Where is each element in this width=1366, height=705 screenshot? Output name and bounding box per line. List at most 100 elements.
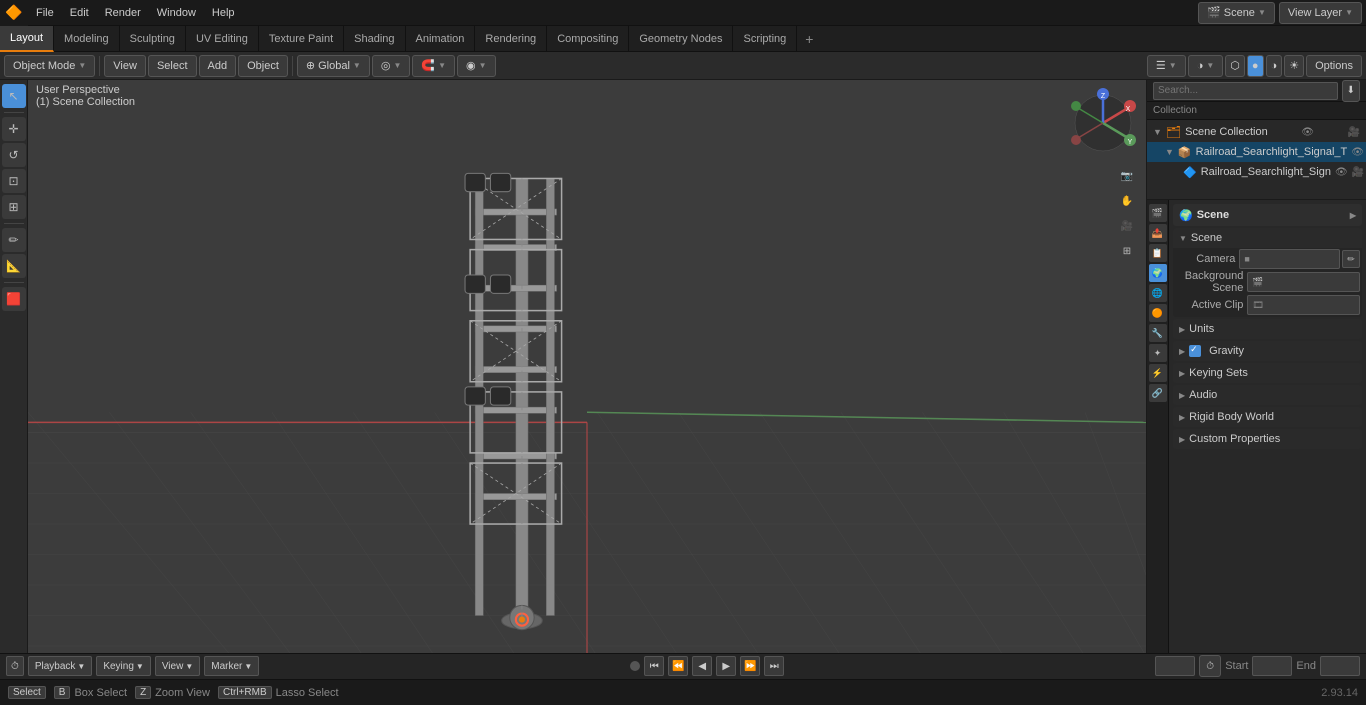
keying-menu[interactable]: Keying ▼ [96,656,151,676]
tab-texture-paint[interactable]: Texture Paint [259,26,344,52]
tab-layout[interactable]: Layout [0,26,54,52]
custom-props-header[interactable]: ▶ Custom Properties [1173,429,1362,449]
shading-solid[interactable]: ● [1247,55,1264,77]
snapping-toggle[interactable]: 🧲 ▼ [412,55,455,77]
gravity-checkbox[interactable] [1189,345,1201,357]
scene-section-header[interactable]: 🌍 Scene ▶ [1173,204,1362,226]
fps-icon[interactable]: ⏱ [1199,655,1221,677]
rigid-body-header[interactable]: ▶ Rigid Body World [1173,407,1362,427]
options-button[interactable]: Options [1306,55,1362,77]
outliner-search[interactable] [1153,82,1338,100]
jump-to-start[interactable]: ⏮ [644,656,664,676]
prop-object-icon[interactable]: 🟠 [1149,304,1167,322]
tab-compositing[interactable]: Compositing [547,26,629,52]
tool-transform[interactable]: ⊞ [2,195,26,219]
overlay-toggle[interactable]: ☰ ▼ [1147,55,1186,77]
camera-perspective-toggle[interactable]: 📷 [1116,165,1138,187]
gravity-header[interactable]: ▶ Gravity [1173,341,1362,361]
shading-material[interactable]: ◑ [1266,55,1283,77]
render-icon-1[interactable]: 🎥 [1348,127,1360,138]
view-layer-selector[interactable]: View Layer ▼ [1279,2,1362,24]
camera-field[interactable]: ■ [1239,249,1340,269]
tool-measure[interactable]: 📐 [2,254,26,278]
view-menu[interactable]: View [104,55,146,77]
outliner-filter[interactable]: ⬇ [1342,80,1360,102]
camera-label: Camera [1175,253,1239,265]
visibility-icon-2[interactable]: 👁 [1351,147,1364,158]
menu-file[interactable]: File [28,0,62,26]
outliner-scene-collection[interactable]: ▼ 🗂 Scene Collection 👁 🎥 [1147,122,1366,142]
jump-to-end[interactable]: ⏭ [764,656,784,676]
current-frame-input[interactable]: 1 [1155,656,1195,676]
menu-help[interactable]: Help [204,0,243,26]
prop-view-layer-icon[interactable]: 📋 [1149,244,1167,262]
menu-render[interactable]: Render [97,0,149,26]
select-menu[interactable]: Select [148,55,197,77]
audio-header[interactable]: ▶ Audio [1173,385,1362,405]
scene-selector[interactable]: 🎬 Scene ▼ [1198,2,1275,24]
add-workspace-button[interactable]: + [797,26,821,52]
prev-keyframe[interactable]: ⏪ [668,656,688,676]
visibility-icon-1[interactable]: 👁 [1301,127,1314,138]
prop-scene-icon[interactable]: 🌍 [1149,264,1167,282]
viewport-extra1[interactable]: ⊞ [1116,240,1138,262]
transform-pivot[interactable]: ◎ ▼ [372,55,411,77]
tab-uv-editing[interactable]: UV Editing [186,26,259,52]
visibility-icon-3[interactable]: 👁 [1335,167,1348,178]
outliner-object-1[interactable]: ▼ 📦 Railroad_Searchlight_Signal_T 👁 🎥 [1147,142,1366,162]
camera-edit-icon[interactable]: ✏ [1342,250,1360,268]
tab-sculpting[interactable]: Sculpting [120,26,186,52]
prop-output-icon[interactable]: 📤 [1149,224,1167,242]
active-clip-field[interactable]: 🎞 [1247,295,1360,315]
tool-scale[interactable]: ⊡ [2,169,26,193]
tab-animation[interactable]: Animation [406,26,476,52]
prop-render-icon[interactable]: 🎬 [1149,204,1167,222]
tab-rendering[interactable]: Rendering [475,26,547,52]
proportional-editing[interactable]: ◉ ▼ [457,55,496,77]
menu-window[interactable]: Window [149,0,204,26]
playback-menu[interactable]: Playback ▼ [28,656,93,676]
background-scene-field[interactable]: 🎬 [1247,272,1360,292]
tab-modeling[interactable]: Modeling [54,26,120,52]
tool-rotate[interactable]: ↺ [2,143,26,167]
prop-particles-icon[interactable]: ✦ [1149,344,1167,362]
add-menu[interactable]: Add [199,55,237,77]
end-frame-input[interactable]: 250 [1320,656,1360,676]
object-mode-selector[interactable]: Object Mode ▼ [4,55,95,77]
tab-geometry-nodes[interactable]: Geometry Nodes [629,26,733,52]
tool-cursor[interactable]: ↖ [2,84,26,108]
prop-constraints-icon[interactable]: 🔗 [1149,384,1167,402]
tab-shading[interactable]: Shading [344,26,405,52]
next-keyframe[interactable]: ⏩ [740,656,760,676]
tool-annotate[interactable]: ✏ [2,228,26,252]
shading-wireframe[interactable]: ⬡ [1225,55,1245,77]
viewport-shading[interactable]: ◑ ▼ [1188,55,1224,77]
transform-orientation[interactable]: ⊕ Global ▼ [297,55,370,77]
play-reverse[interactable]: ◀ [692,656,712,676]
units-header[interactable]: ▶ Units [1173,319,1362,339]
prop-modifier-icon[interactable]: 🔧 [1149,324,1167,342]
marker-menu[interactable]: Marker ▼ [204,656,259,676]
scene-subsection-header[interactable]: ▼ Scene [1173,228,1362,248]
outliner-mesh-1[interactable]: 🔷 Railroad_Searchlight_Sign 👁 🎥 [1147,162,1366,182]
timeline-type-icon[interactable]: ⏱ [6,656,24,676]
keying-sets-header[interactable]: ▶ Keying Sets [1173,363,1362,383]
viewport-gizmo[interactable]: X Y Z [1068,88,1138,158]
timeline-view-menu[interactable]: View ▼ [155,656,200,676]
tab-scripting[interactable]: Scripting [733,26,797,52]
play-forward[interactable]: ▶ [716,656,736,676]
menu-edit[interactable]: Edit [62,0,97,26]
object-menu[interactable]: Object [238,55,288,77]
prop-physics-icon[interactable]: ⚡ [1149,364,1167,382]
render-icon-3[interactable]: 🎥 [1352,167,1364,178]
start-frame-input[interactable]: 1 [1252,656,1292,676]
prop-world-icon[interactable]: 🌐 [1149,284,1167,302]
viewport[interactable]: User Perspective (1) Scene Collection X [28,80,1146,653]
record-button[interactable] [630,661,640,671]
tool-add-cube[interactable]: 🟥 [2,287,26,311]
shading-rendered[interactable]: ☀ [1284,55,1304,77]
camera-view-button[interactable]: 🎥 [1116,215,1138,237]
svg-text:Z: Z [1101,93,1106,100]
tool-move[interactable]: ✛ [2,117,26,141]
viewport-pan[interactable]: ✋ [1116,190,1138,212]
